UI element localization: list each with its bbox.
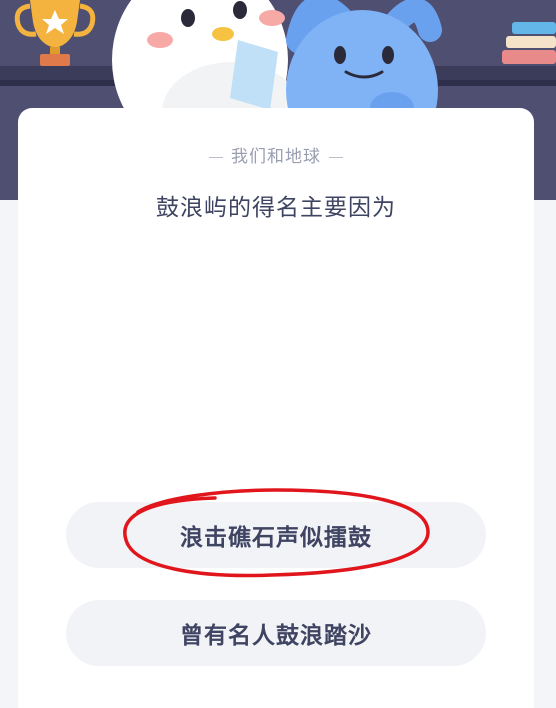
books-icon — [502, 22, 556, 64]
category-label: 我们和地球 — [231, 147, 321, 167]
question-text: 鼓浪屿的得名主要因为 — [156, 195, 396, 221]
answer-option-1-label: 浪击礁石声似擂鼓 — [180, 525, 372, 551]
answer-option-2-label: 曾有名人鼓浪踏沙 — [180, 623, 372, 649]
category-dash-right — [329, 156, 343, 158]
quiz-category: 我们和地球 — [18, 142, 534, 167]
answer-option-2[interactable]: 曾有名人鼓浪踏沙 — [66, 600, 486, 666]
question-card: 我们和地球 鼓浪屿的得名主要因为 浪击礁石声似擂鼓 曾有名人鼓浪踏沙 — [18, 108, 534, 708]
answer-option-1[interactable]: 浪击礁石声似擂鼓 — [66, 502, 486, 568]
category-dash-left — [209, 156, 223, 158]
trophy-icon — [14, 0, 96, 66]
